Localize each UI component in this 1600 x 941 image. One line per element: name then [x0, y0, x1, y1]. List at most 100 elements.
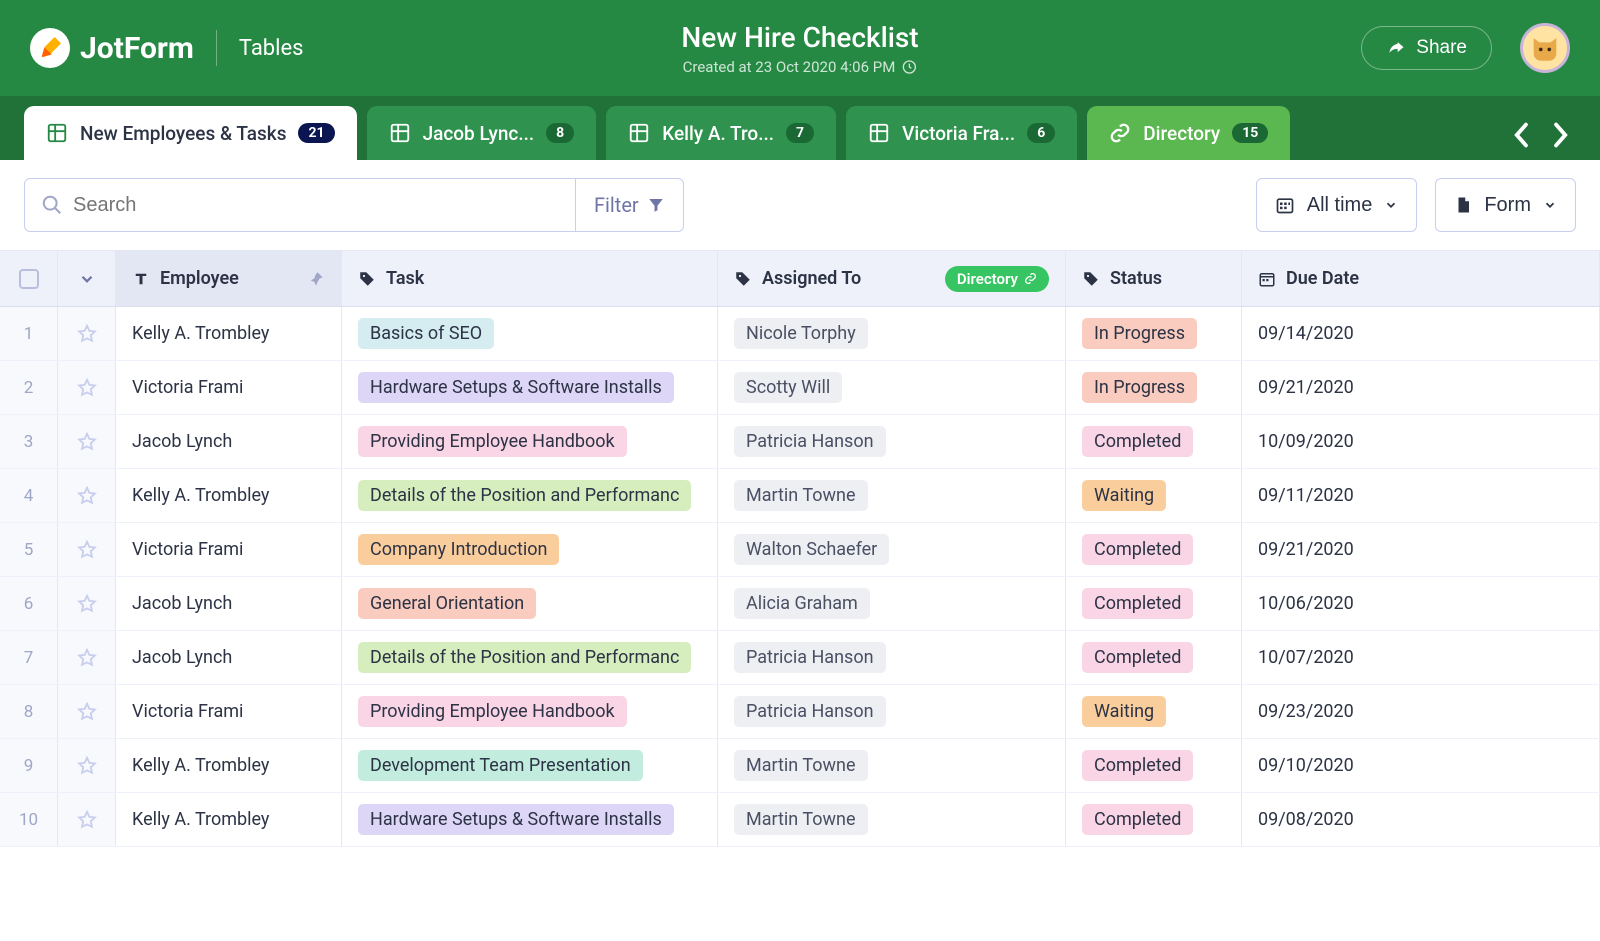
cell-assigned[interactable]: Patricia Hanson: [718, 631, 1066, 684]
status-chip: Completed: [1082, 750, 1193, 781]
cell-assigned[interactable]: Nicole Torphy: [718, 307, 1066, 360]
logo[interactable]: JotForm: [30, 28, 194, 68]
table-row[interactable]: 10Kelly A. TrombleyHardware Setups & Sof…: [0, 793, 1600, 847]
cell-due[interactable]: 10/06/2020: [1242, 577, 1600, 630]
time-range-dropdown[interactable]: All time: [1256, 178, 1418, 232]
pin-icon[interactable]: [307, 270, 325, 288]
select-all-checkbox[interactable]: [19, 269, 39, 289]
tab-3[interactable]: Victoria Fra...6: [846, 106, 1077, 160]
cell-task[interactable]: Providing Employee Handbook: [342, 415, 718, 468]
column-status[interactable]: Status: [1066, 251, 1242, 306]
cell-due[interactable]: 09/21/2020: [1242, 523, 1600, 576]
page-title[interactable]: New Hire Checklist: [681, 21, 918, 54]
search-input[interactable]: [73, 194, 559, 217]
cell-status[interactable]: Completed: [1066, 577, 1242, 630]
table-row[interactable]: 1Kelly A. TrombleyBasics of SEONicole To…: [0, 307, 1600, 361]
column-employee[interactable]: Employee: [116, 251, 342, 306]
table-row[interactable]: 6Jacob LynchGeneral OrientationAlicia Gr…: [0, 577, 1600, 631]
row-star[interactable]: [58, 685, 116, 738]
cell-employee[interactable]: Jacob Lynch: [116, 577, 342, 630]
column-assigned[interactable]: Assigned To Directory: [718, 251, 1066, 306]
cell-task[interactable]: Hardware Setups & Software Installs: [342, 361, 718, 414]
cell-employee[interactable]: Jacob Lynch: [116, 631, 342, 684]
cell-employee[interactable]: Kelly A. Trombley: [116, 469, 342, 522]
avatar[interactable]: [1520, 23, 1570, 73]
cell-assigned[interactable]: Martin Towne: [718, 793, 1066, 846]
column-task[interactable]: Task: [342, 251, 718, 306]
row-star[interactable]: [58, 577, 116, 630]
search-box[interactable]: [25, 179, 575, 231]
tab-next-icon[interactable]: [1552, 122, 1568, 148]
row-star[interactable]: [58, 739, 116, 792]
row-star[interactable]: [58, 307, 116, 360]
cell-status[interactable]: Waiting: [1066, 469, 1242, 522]
cell-status[interactable]: Completed: [1066, 631, 1242, 684]
tab-2[interactable]: Kelly A. Tro...7: [606, 106, 836, 160]
tab-0[interactable]: New Employees & Tasks21: [24, 106, 357, 160]
row-star[interactable]: [58, 469, 116, 522]
table-row[interactable]: 7Jacob LynchDetails of the Position and …: [0, 631, 1600, 685]
filter-button[interactable]: Filter: [575, 179, 683, 231]
cell-employee[interactable]: Kelly A. Trombley: [116, 793, 342, 846]
cell-task[interactable]: Providing Employee Handbook: [342, 685, 718, 738]
tab-4[interactable]: Directory15: [1087, 106, 1290, 160]
cell-due[interactable]: 09/10/2020: [1242, 739, 1600, 792]
cell-due[interactable]: 10/09/2020: [1242, 415, 1600, 468]
cell-due[interactable]: 09/11/2020: [1242, 469, 1600, 522]
table-row[interactable]: 4Kelly A. TrombleyDetails of the Positio…: [0, 469, 1600, 523]
table-row[interactable]: 5Victoria FramiCompany IntroductionWalto…: [0, 523, 1600, 577]
row-star[interactable]: [58, 415, 116, 468]
star-icon: [76, 323, 98, 345]
cell-status[interactable]: In Progress: [1066, 361, 1242, 414]
cell-task[interactable]: Development Team Presentation: [342, 739, 718, 792]
cell-employee[interactable]: Victoria Frami: [116, 685, 342, 738]
select-all-cell[interactable]: [0, 251, 58, 306]
row-star[interactable]: [58, 631, 116, 684]
cell-task[interactable]: Details of the Position and Performanc: [342, 469, 718, 522]
row-star[interactable]: [58, 523, 116, 576]
table-row[interactable]: 2Victoria FramiHardware Setups & Softwar…: [0, 361, 1600, 415]
cell-assigned[interactable]: Martin Towne: [718, 469, 1066, 522]
row-star[interactable]: [58, 361, 116, 414]
cell-due[interactable]: 10/07/2020: [1242, 631, 1600, 684]
header-dropdown[interactable]: [58, 251, 116, 306]
tab-prev-icon[interactable]: [1514, 122, 1530, 148]
table-row[interactable]: 8Victoria FramiProviding Employee Handbo…: [0, 685, 1600, 739]
table-row[interactable]: 3Jacob LynchProviding Employee HandbookP…: [0, 415, 1600, 469]
cell-status[interactable]: Waiting: [1066, 685, 1242, 738]
cell-due[interactable]: 09/23/2020: [1242, 685, 1600, 738]
cell-task[interactable]: Details of the Position and Performanc: [342, 631, 718, 684]
cell-assigned[interactable]: Patricia Hanson: [718, 415, 1066, 468]
cell-due[interactable]: 09/21/2020: [1242, 361, 1600, 414]
cell-task[interactable]: Hardware Setups & Software Installs: [342, 793, 718, 846]
cell-status[interactable]: In Progress: [1066, 307, 1242, 360]
cell-assigned[interactable]: Alicia Graham: [718, 577, 1066, 630]
cell-task[interactable]: Company Introduction: [342, 523, 718, 576]
table-row[interactable]: 9Kelly A. TrombleyDevelopment Team Prese…: [0, 739, 1600, 793]
cell-assigned[interactable]: Patricia Hanson: [718, 685, 1066, 738]
form-dropdown[interactable]: Form: [1435, 178, 1576, 232]
cell-due[interactable]: 09/14/2020: [1242, 307, 1600, 360]
cell-employee[interactable]: Jacob Lynch: [116, 415, 342, 468]
subapp-name[interactable]: Tables: [239, 36, 304, 61]
cell-status[interactable]: Completed: [1066, 793, 1242, 846]
cell-status[interactable]: Completed: [1066, 739, 1242, 792]
cell-employee[interactable]: Kelly A. Trombley: [116, 739, 342, 792]
cell-assigned[interactable]: Scotty Will: [718, 361, 1066, 414]
cell-task[interactable]: Basics of SEO: [342, 307, 718, 360]
directory-link-badge[interactable]: Directory: [945, 266, 1049, 292]
share-button[interactable]: Share: [1361, 26, 1492, 70]
cell-employee[interactable]: Kelly A. Trombley: [116, 307, 342, 360]
tab-1[interactable]: Jacob Lync...8: [367, 106, 597, 160]
cell-employee[interactable]: Victoria Frami: [116, 523, 342, 576]
cell-assigned[interactable]: Walton Schaefer: [718, 523, 1066, 576]
row-star[interactable]: [58, 793, 116, 846]
calendar-grid-icon: [1275, 195, 1295, 215]
cell-status[interactable]: Completed: [1066, 415, 1242, 468]
cell-assigned[interactable]: Martin Towne: [718, 739, 1066, 792]
cell-status[interactable]: Completed: [1066, 523, 1242, 576]
cell-employee[interactable]: Victoria Frami: [116, 361, 342, 414]
cell-task[interactable]: General Orientation: [342, 577, 718, 630]
cell-due[interactable]: 09/08/2020: [1242, 793, 1600, 846]
column-due[interactable]: Due Date: [1242, 251, 1600, 306]
